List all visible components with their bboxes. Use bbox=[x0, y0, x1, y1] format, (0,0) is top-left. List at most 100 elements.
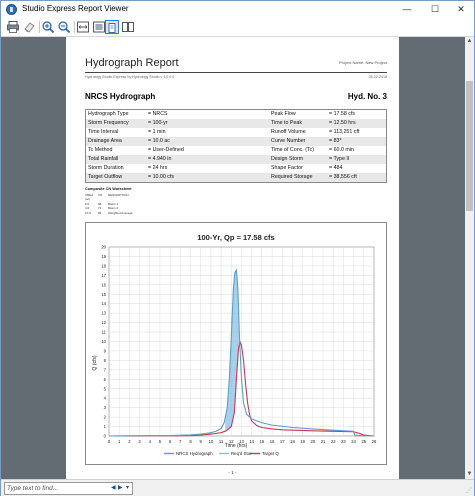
scrollbar-thumb[interactable] bbox=[466, 81, 473, 211]
y-tick-label: 20 bbox=[101, 245, 106, 250]
param-label: Runoff Volume bbox=[271, 129, 306, 135]
page-icon[interactable] bbox=[105, 20, 119, 34]
report-viewer-window: Studio Express Report Viewer — ☐ ✕ Hydro… bbox=[0, 0, 475, 496]
x-tick-label: 1 bbox=[118, 439, 121, 444]
x-tick-label: 14 bbox=[249, 439, 254, 444]
x-tick-label: 5 bbox=[159, 439, 162, 444]
print-icon[interactable] bbox=[6, 20, 20, 34]
param-value: = 10.0 ac bbox=[148, 138, 170, 144]
param-value: = 1 min bbox=[148, 129, 166, 135]
zoom-in-icon[interactable] bbox=[41, 20, 55, 34]
param-value: = User-Defined bbox=[148, 147, 184, 153]
x-tick-label: 2 bbox=[128, 439, 131, 444]
worksheet-table: AREA (ac) CN DESCRIPTION 6.0 98 Basin 1 … bbox=[85, 193, 148, 215]
param-value: = 113,251 cft bbox=[329, 129, 360, 135]
parameters-table: Hydrograph Type = NRCS Peak Flow = 17.58… bbox=[85, 109, 387, 183]
x-tick-label: 12 bbox=[229, 439, 234, 444]
legend-nrcs-hydrograph-label: NRCS Hydrograph bbox=[176, 451, 213, 456]
toolbar-separator bbox=[39, 21, 40, 33]
y-tick-label: 1 bbox=[104, 424, 107, 429]
param-label: Design Storm bbox=[271, 156, 304, 162]
param-value: = NRCS bbox=[148, 111, 168, 117]
find-options-dropdown-icon[interactable]: ▾ bbox=[126, 484, 129, 491]
find-next-icon[interactable]: ▶ bbox=[118, 484, 123, 491]
report-title: Hydrograph Report bbox=[85, 57, 179, 69]
hydrograph-number: Hyd. No. 3 bbox=[347, 92, 387, 101]
hydrograph-chart: 100-Yr, Qp = 17.58 cfs Q (cfs) Time (hrs… bbox=[85, 222, 387, 465]
report-date: 05-22-2018 bbox=[368, 75, 387, 79]
minimize-button[interactable]: — bbox=[394, 1, 420, 18]
multi-page-icon[interactable] bbox=[121, 20, 135, 34]
y-tick-label: 13 bbox=[101, 311, 106, 316]
report-viewer-area[interactable]: Hydrograph Report Project Name: New Proj… bbox=[1, 37, 465, 479]
scroll-up-icon[interactable]: ▲ bbox=[465, 37, 474, 46]
x-tick-label: 8 bbox=[189, 439, 192, 444]
param-label: Time to Peak bbox=[271, 120, 303, 126]
report-subtitle: Hydrology Studio Express by Hydrology St… bbox=[85, 75, 175, 79]
y-tick-label: 5 bbox=[104, 386, 107, 391]
zoom-out-icon[interactable] bbox=[57, 20, 71, 34]
clear-icon[interactable] bbox=[22, 20, 36, 34]
y-tick-label: 2 bbox=[104, 415, 107, 420]
param-value: = 24 hrs bbox=[148, 165, 168, 171]
x-tick-label: 3 bbox=[138, 439, 141, 444]
worksheet-row: 10.0 83 Weighted Average bbox=[85, 211, 148, 215]
legend-target-q-label: Target Q bbox=[262, 451, 279, 456]
param-label: Total Rainfall bbox=[88, 156, 119, 162]
scroll-down-icon[interactable]: ▼ bbox=[465, 470, 474, 479]
close-button[interactable]: ✕ bbox=[448, 1, 474, 18]
worksheet-cell: 10.0 bbox=[85, 210, 91, 215]
y-tick-label: 17 bbox=[101, 273, 106, 278]
x-tick-label: 7 bbox=[179, 439, 182, 444]
find-previous-icon[interactable]: ◀ bbox=[111, 484, 116, 491]
legend-required-storage-label: Req'd Stor bbox=[231, 451, 252, 456]
param-label: Required Storage bbox=[271, 174, 313, 180]
y-tick-label: 3 bbox=[104, 405, 107, 410]
y-axis-label: Q (cfs) bbox=[92, 355, 98, 370]
param-value: = 12.50 hrs bbox=[329, 120, 356, 126]
param-value: = 484 bbox=[329, 165, 343, 171]
y-tick-label: 10 bbox=[101, 339, 106, 344]
y-tick-label: 15 bbox=[101, 292, 106, 297]
find-box: ◀ ▶ ▾ bbox=[4, 482, 133, 495]
x-tick-label: 17 bbox=[280, 439, 285, 444]
param-label: Time Interval bbox=[88, 129, 119, 135]
app-icon bbox=[6, 4, 17, 15]
parameter-row: Storm Frequency = 100-yr Time to Peak = … bbox=[86, 119, 386, 128]
param-label: Time of Conc. (Tc) bbox=[271, 147, 315, 153]
y-tick-label: 19 bbox=[101, 254, 106, 259]
fit-width-icon[interactable] bbox=[76, 20, 90, 34]
chart-title: 100-Yr, Qp = 17.58 cfs bbox=[197, 233, 274, 242]
y-tick-label: 4 bbox=[104, 396, 107, 401]
x-tick-label: 20 bbox=[311, 439, 316, 444]
toolbar bbox=[1, 18, 474, 37]
y-tick-label: 12 bbox=[101, 320, 106, 325]
project-name: Project Name: New Project bbox=[338, 60, 387, 65]
maximize-button[interactable]: ☐ bbox=[422, 1, 448, 18]
x-tick-label: 16 bbox=[270, 439, 275, 444]
chart-legend: NRCS Hydrograph Req'd Stor Target Q bbox=[164, 451, 279, 456]
resize-grip-icon[interactable]: ⋰ bbox=[466, 487, 472, 494]
x-tick-label: 24 bbox=[351, 439, 356, 444]
page-number: - 1 - bbox=[228, 470, 237, 475]
x-tick-label: 0 bbox=[108, 439, 111, 444]
param-label: Drainage Area bbox=[88, 138, 122, 144]
window-title: Studio Express Report Viewer bbox=[22, 4, 129, 13]
y-tick-label: 14 bbox=[101, 301, 106, 306]
title-bar: Studio Express Report Viewer — ☐ ✕ bbox=[1, 1, 474, 18]
parameter-row: Tc Method = User-Defined Time of Conc. (… bbox=[86, 146, 386, 155]
y-tick-label: 6 bbox=[104, 377, 107, 382]
x-tick-label: 13 bbox=[239, 439, 244, 444]
y-tick-label: 7 bbox=[104, 367, 107, 372]
worksheet-title: Composite CN Worksheet bbox=[85, 187, 132, 191]
header-rule bbox=[85, 72, 387, 73]
fit-page-icon[interactable] bbox=[92, 20, 106, 34]
vertical-scrollbar[interactable]: ▲ ▼ bbox=[465, 37, 474, 479]
worksheet-header-row: AREA (ac) CN DESCRIPTION bbox=[85, 193, 148, 202]
x-tick-label: 25 bbox=[361, 439, 366, 444]
parameter-row: Drainage Area = 10.0 ac Curve Number = 8… bbox=[86, 137, 386, 146]
x-tick-label: 21 bbox=[321, 439, 326, 444]
find-input[interactable] bbox=[7, 483, 102, 494]
param-value: = 10.00 cfs bbox=[148, 174, 175, 180]
param-label: Storm Frequency bbox=[88, 120, 129, 126]
